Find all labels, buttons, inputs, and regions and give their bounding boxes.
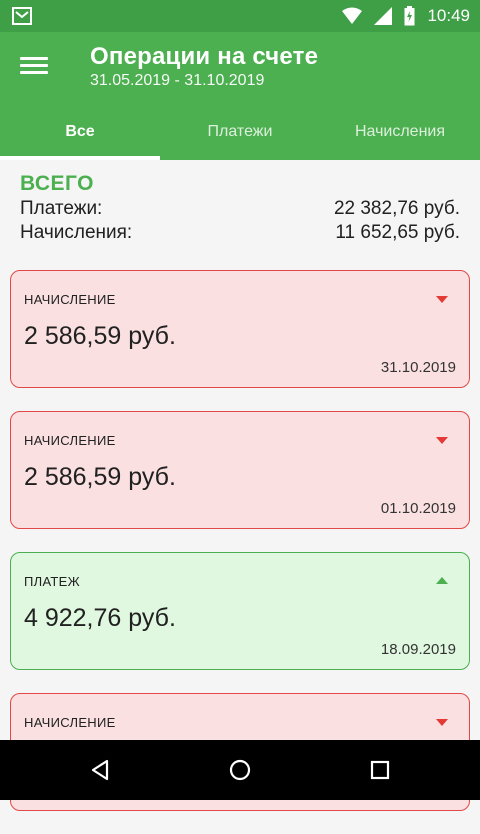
back-button[interactable] (70, 740, 130, 800)
summary-section: ВСЕГО Платежи: 22 382,76 руб. Начисления… (20, 172, 460, 244)
payments-total: 22 382,76 руб. (333, 198, 460, 219)
status-bar: 10:49 (0, 0, 480, 32)
operation-card[interactable]: НАЧИСЛЕНИЕ 2 586,59 руб. 31.10.2019 (10, 270, 470, 388)
tab-all[interactable]: Все (0, 104, 160, 160)
system-nav-bar (0, 740, 480, 800)
wifi-icon (342, 7, 363, 24)
operation-amount: 2 586,59 руб. (24, 463, 176, 491)
operation-type: НАЧИСЛЕНИЕ (24, 292, 116, 307)
back-icon (91, 759, 109, 781)
recents-icon (370, 760, 390, 780)
date-range: 31.05.2019 - 31.10.2019 (90, 72, 265, 89)
expand-arrow-icon[interactable] (436, 437, 448, 444)
operation-type: ПЛАТЕЖ (24, 574, 80, 589)
battery-charging-icon (404, 6, 415, 26)
charges-total: 11 652,65 руб. (335, 222, 460, 243)
home-icon (229, 759, 251, 781)
operation-date: 31.10.2019 (380, 359, 456, 376)
expand-arrow-icon[interactable] (436, 719, 448, 726)
signal-icon (374, 7, 393, 25)
operation-amount: 4 922,76 руб. (24, 604, 176, 632)
operation-card[interactable]: ПЛАТЕЖ 4 922,76 руб. 18.09.2019 (10, 552, 470, 670)
operation-type: НАЧИСЛЕНИЕ (24, 715, 116, 730)
recents-button[interactable] (350, 740, 410, 800)
status-time: 10:49 (427, 6, 470, 25)
operation-amount: 2 586,59 руб. (24, 322, 176, 350)
home-button[interactable] (210, 740, 270, 800)
expand-arrow-icon[interactable] (436, 296, 448, 303)
tab-charges[interactable]: Начисления (320, 104, 480, 160)
operation-card[interactable]: НАЧИСЛЕНИЕ 2 586,59 руб. 01.10.2019 (10, 411, 470, 529)
page-title: Операции на счете (90, 43, 319, 70)
tab-bar: Все Платежи Начисления (0, 104, 480, 160)
summary-charges-row: Начисления: 11 652,65 руб. (20, 222, 460, 244)
operation-date: 01.10.2019 (380, 500, 456, 517)
summary-payments-row: Платежи: 22 382,76 руб. (20, 198, 460, 220)
charges-label: Начисления: (20, 222, 133, 243)
expand-arrow-icon[interactable] (436, 577, 448, 584)
tab-payments[interactable]: Платежи (160, 104, 320, 160)
gmail-notification-icon (12, 7, 32, 25)
app-bar: Операции на счете 31.05.2019 - 31.10.201… (0, 32, 480, 160)
summary-heading: ВСЕГО (20, 172, 95, 195)
operation-type: НАЧИСЛЕНИЕ (24, 433, 116, 448)
operation-date: 18.09.2019 (380, 641, 456, 658)
payments-label: Платежи: (20, 198, 103, 219)
menu-icon[interactable] (20, 54, 48, 78)
